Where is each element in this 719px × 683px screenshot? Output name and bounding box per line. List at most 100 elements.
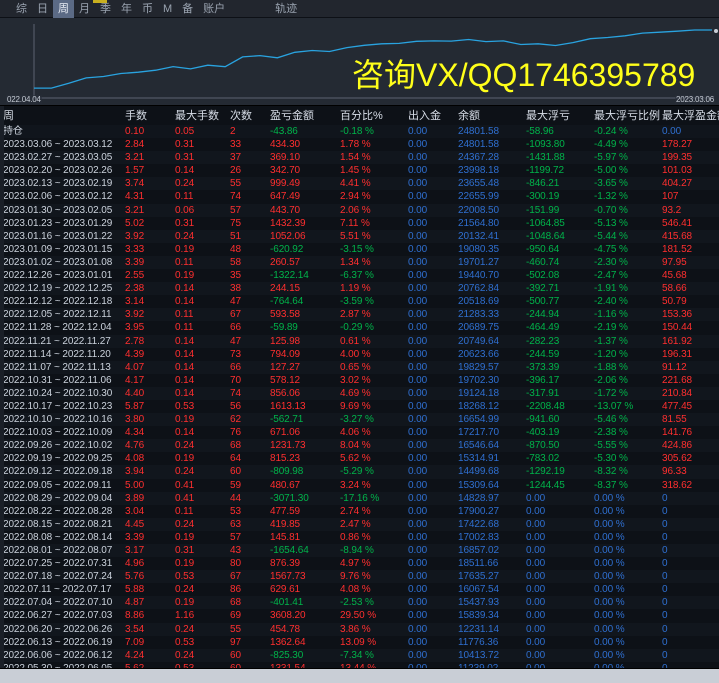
- table-row[interactable]: 2023.01.09 ~ 2023.01.15 3.33 0.19 48 -620.92…: [0, 242, 719, 256]
- cell: 43: [227, 544, 267, 558]
- cell: 67: [227, 570, 267, 584]
- table-row[interactable]: 2022.09.12 ~ 2022.09.18 3.94 0.24 60 -809.98…: [0, 465, 719, 479]
- cell: 3.21: [122, 203, 172, 217]
- table-row[interactable]: 2022.08.22 ~ 2022.08.28 3.04 0.11 53 477.59 2…: [0, 504, 719, 518]
- cell: 2022.11.14 ~ 2022.11.20: [0, 347, 122, 361]
- toolbar-item-2[interactable]: 周: [53, 0, 74, 18]
- cell: 0.31: [172, 151, 227, 165]
- table-row[interactable]: 2022.06.27 ~ 2022.07.03 8.86 1.16 69 3608.20…: [0, 609, 719, 623]
- table-row[interactable]: 2022.06.06 ~ 2022.06.12 4.24 0.24 60 -825.30…: [0, 648, 719, 662]
- cell: 2022.08.29 ~ 2022.09.04: [0, 491, 122, 505]
- table-row[interactable]: 2022.11.28 ~ 2022.12.04 3.95 0.11 66 -59.89-…: [0, 321, 719, 335]
- cell: 23998.18: [455, 164, 523, 178]
- cell: 0.00 %: [591, 596, 659, 610]
- cell: 7.11 %: [337, 216, 405, 230]
- toolbar-item-5[interactable]: 年: [116, 0, 137, 18]
- column-header-9[interactable]: 最大浮亏比例: [591, 106, 660, 125]
- table-row[interactable]: 2022.06.20 ~ 2022.06.26 3.54 0.24 55 454.78 3…: [0, 622, 719, 636]
- cell: 38: [227, 282, 267, 296]
- table-row[interactable]: 2022.10.03 ~ 2022.10.09 4.34 0.14 76 671.06 4…: [0, 426, 719, 440]
- table-row[interactable]: 2022.09.05 ~ 2022.09.11 5.00 0.41 59 480.67 3…: [0, 478, 719, 492]
- column-header-2[interactable]: 最大手数: [172, 106, 227, 125]
- table-row[interactable]: 2023.01.30 ~ 2023.02.05 3.21 0.06 57 443.70 2…: [0, 203, 719, 217]
- table-row[interactable]: 2022.10.17 ~ 2022.10.23 5.87 0.53 56 1613.13…: [0, 399, 719, 414]
- cell: 5.02: [122, 216, 172, 230]
- column-header-4[interactable]: 盈亏金额: [267, 106, 337, 125]
- table-row[interactable]: 2022.11.21 ~ 2022.11.27 2.78 0.14 47 125.98 0…: [0, 334, 719, 348]
- table-row[interactable]: 2022.08.01 ~ 2022.08.07 3.17 0.31 43 -1654.6…: [0, 544, 719, 558]
- cell: 2022.06.27 ~ 2022.07.03: [0, 609, 122, 623]
- table-row[interactable]: 2022.10.31 ~ 2022.11.06 4.17 0.14 70 578.12 3…: [0, 373, 719, 387]
- cell: 0.41: [172, 478, 227, 492]
- balance-chart-panel[interactable]: 咨询VX/QQ1746395789 022.04.04 2023.03.06: [0, 18, 719, 106]
- cell: 55: [227, 177, 267, 191]
- table-row[interactable]: 2022.10.10 ~ 2022.10.16 3.80 0.19 62 -562.71…: [0, 413, 719, 427]
- table-row[interactable]: 2023.01.16 ~ 2023.01.22 3.92 0.24 51 1052.06…: [0, 229, 719, 243]
- column-header-10[interactable]: 最大浮盈金额: [659, 106, 719, 125]
- cell: 75: [227, 216, 267, 230]
- column-header-7[interactable]: 余额: [455, 106, 523, 125]
- cell: -0.18 %: [337, 125, 405, 139]
- column-header-5[interactable]: 百分比%: [337, 106, 405, 125]
- cell: 419.85: [267, 517, 337, 531]
- weekly-stats-table: 周手数最大手数次数盈亏金额百分比%出入金余额最大浮亏最大浮亏比例最大浮盈金额最大…: [0, 106, 719, 683]
- table-row[interactable]: 2023.02.06 ~ 2023.02.12 4.31 0.11 74 647.49 2…: [0, 190, 719, 204]
- table-row[interactable]: 2022.12.19 ~ 2022.12.25 2.38 0.14 38 244.15 1…: [0, 282, 719, 296]
- cell: 0: [659, 491, 719, 505]
- table-row[interactable]: 2022.11.07 ~ 2022.11.13 4.07 0.14 66 127.27 0…: [0, 360, 719, 374]
- cell: 0.24: [172, 177, 227, 191]
- table-row[interactable]: 2022.08.08 ~ 2022.08.14 3.39 0.19 57 145.81 0…: [0, 530, 719, 544]
- toolbar-item-10[interactable]: 轨迹: [270, 0, 302, 18]
- toolbar-item-7[interactable]: M: [158, 0, 177, 18]
- column-header-8[interactable]: 最大浮亏: [523, 106, 591, 125]
- table-row[interactable]: 2023.01.02 ~ 2023.01.08 3.39 0.11 58 260.57 1…: [0, 255, 719, 270]
- table-row[interactable]: 2022.08.15 ~ 2022.08.21 4.45 0.24 63 419.85 2…: [0, 517, 719, 531]
- table-row[interactable]: 2023.02.27 ~ 2023.03.05 3.21 0.31 37 369.10 1…: [0, 151, 719, 165]
- toolbar-item-6[interactable]: 币: [137, 0, 158, 18]
- table-row-position[interactable]: 持仓 0.10 0.05 2 -43.86 -0.18 % 0.00 24801.58 -58.…: [0, 125, 719, 139]
- table-row[interactable]: 2022.11.14 ~ 2022.11.20 4.39 0.14 73 794.09 4…: [0, 347, 719, 361]
- table-row[interactable]: 2022.12.12 ~ 2022.12.18 3.14 0.14 47 -764.64…: [0, 295, 719, 309]
- cell: -0.29 %: [337, 321, 405, 335]
- cell: 0.00: [405, 426, 455, 440]
- table-header-row[interactable]: 周手数最大手数次数盈亏金额百分比%出入金余额最大浮亏最大浮亏比例最大浮盈金额最大…: [0, 106, 719, 125]
- cell: 578.12: [267, 373, 337, 387]
- table-row[interactable]: 2022.09.19 ~ 2022.09.25 4.08 0.19 64 815.23 5…: [0, 452, 719, 466]
- toolbar-item-3[interactable]: 月: [74, 0, 95, 18]
- column-header-1[interactable]: 手数: [122, 106, 172, 125]
- cell: 60: [227, 648, 267, 662]
- cell: 4.45: [122, 517, 172, 531]
- table-row[interactable]: 2022.09.26 ~ 2022.10.02 4.76 0.24 68 1231.73…: [0, 439, 719, 453]
- toolbar-item-1[interactable]: 日: [32, 0, 53, 18]
- toolbar-item-9[interactable]: 账户: [198, 0, 230, 18]
- cell: -1093.80: [523, 138, 591, 152]
- column-header-3[interactable]: 次数: [227, 106, 267, 125]
- cell: 0.00: [405, 255, 455, 270]
- cell: 0.00: [405, 544, 455, 558]
- table-row[interactable]: 2023.02.20 ~ 2023.02.26 1.57 0.14 26 342.70 1…: [0, 164, 719, 178]
- table-row[interactable]: 2022.08.29 ~ 2022.09.04 3.89 0.41 44 -3071.3…: [0, 491, 719, 505]
- cell: 48: [227, 242, 267, 256]
- cell: 3.80: [122, 413, 172, 427]
- table-row[interactable]: 2022.06.13 ~ 2022.06.19 7.09 0.53 97 1362.64…: [0, 635, 719, 649]
- table-row[interactable]: 2022.07.18 ~ 2022.07.24 5.76 0.53 67 1567.73…: [0, 570, 719, 584]
- table-row[interactable]: 2022.10.24 ~ 2022.10.30 4.40 0.14 74 856.06 4…: [0, 386, 719, 400]
- toolbar-item-0[interactable]: 综: [11, 0, 32, 18]
- table-row[interactable]: 2022.12.26 ~ 2023.01.01 2.55 0.19 35 -1322.1…: [0, 269, 719, 283]
- weekly-stats-table-container[interactable]: 周手数最大手数次数盈亏金额百分比%出入金余额最大浮亏最大浮亏比例最大浮盈金额最大…: [0, 106, 719, 683]
- table-row[interactable]: 2022.07.11 ~ 2022.07.17 5.88 0.24 86 629.61 4…: [0, 583, 719, 597]
- period-toolbar[interactable]: 综日周月季年币 M 备账户 轨迹: [0, 0, 719, 18]
- table-row[interactable]: 2022.07.25 ~ 2022.07.31 4.96 0.19 80 876.39 4…: [0, 557, 719, 571]
- table-row[interactable]: 2022.07.04 ~ 2022.07.10 4.87 0.19 68 -401.41…: [0, 596, 719, 610]
- column-header-6[interactable]: 出入金: [405, 106, 455, 125]
- toolbar-item-8[interactable]: 备: [177, 0, 198, 18]
- table-row[interactable]: 2022.12.05 ~ 2022.12.11 3.92 0.11 67 593.58 2…: [0, 308, 719, 322]
- cell: 0.19: [172, 242, 227, 256]
- cell: -809.98: [267, 465, 337, 479]
- table-row[interactable]: 2023.02.13 ~ 2023.02.19 3.74 0.24 55 999.49 4…: [0, 177, 719, 191]
- cell: 24801.58: [455, 125, 523, 139]
- table-row[interactable]: 2023.03.06 ~ 2023.03.12 2.84 0.31 33 434.30 1…: [0, 138, 719, 152]
- cell: -300.19: [523, 190, 591, 204]
- column-header-0[interactable]: 周: [0, 106, 122, 125]
- table-row[interactable]: 2023.01.23 ~ 2023.01.29 5.02 0.31 75 1432.39…: [0, 216, 719, 230]
